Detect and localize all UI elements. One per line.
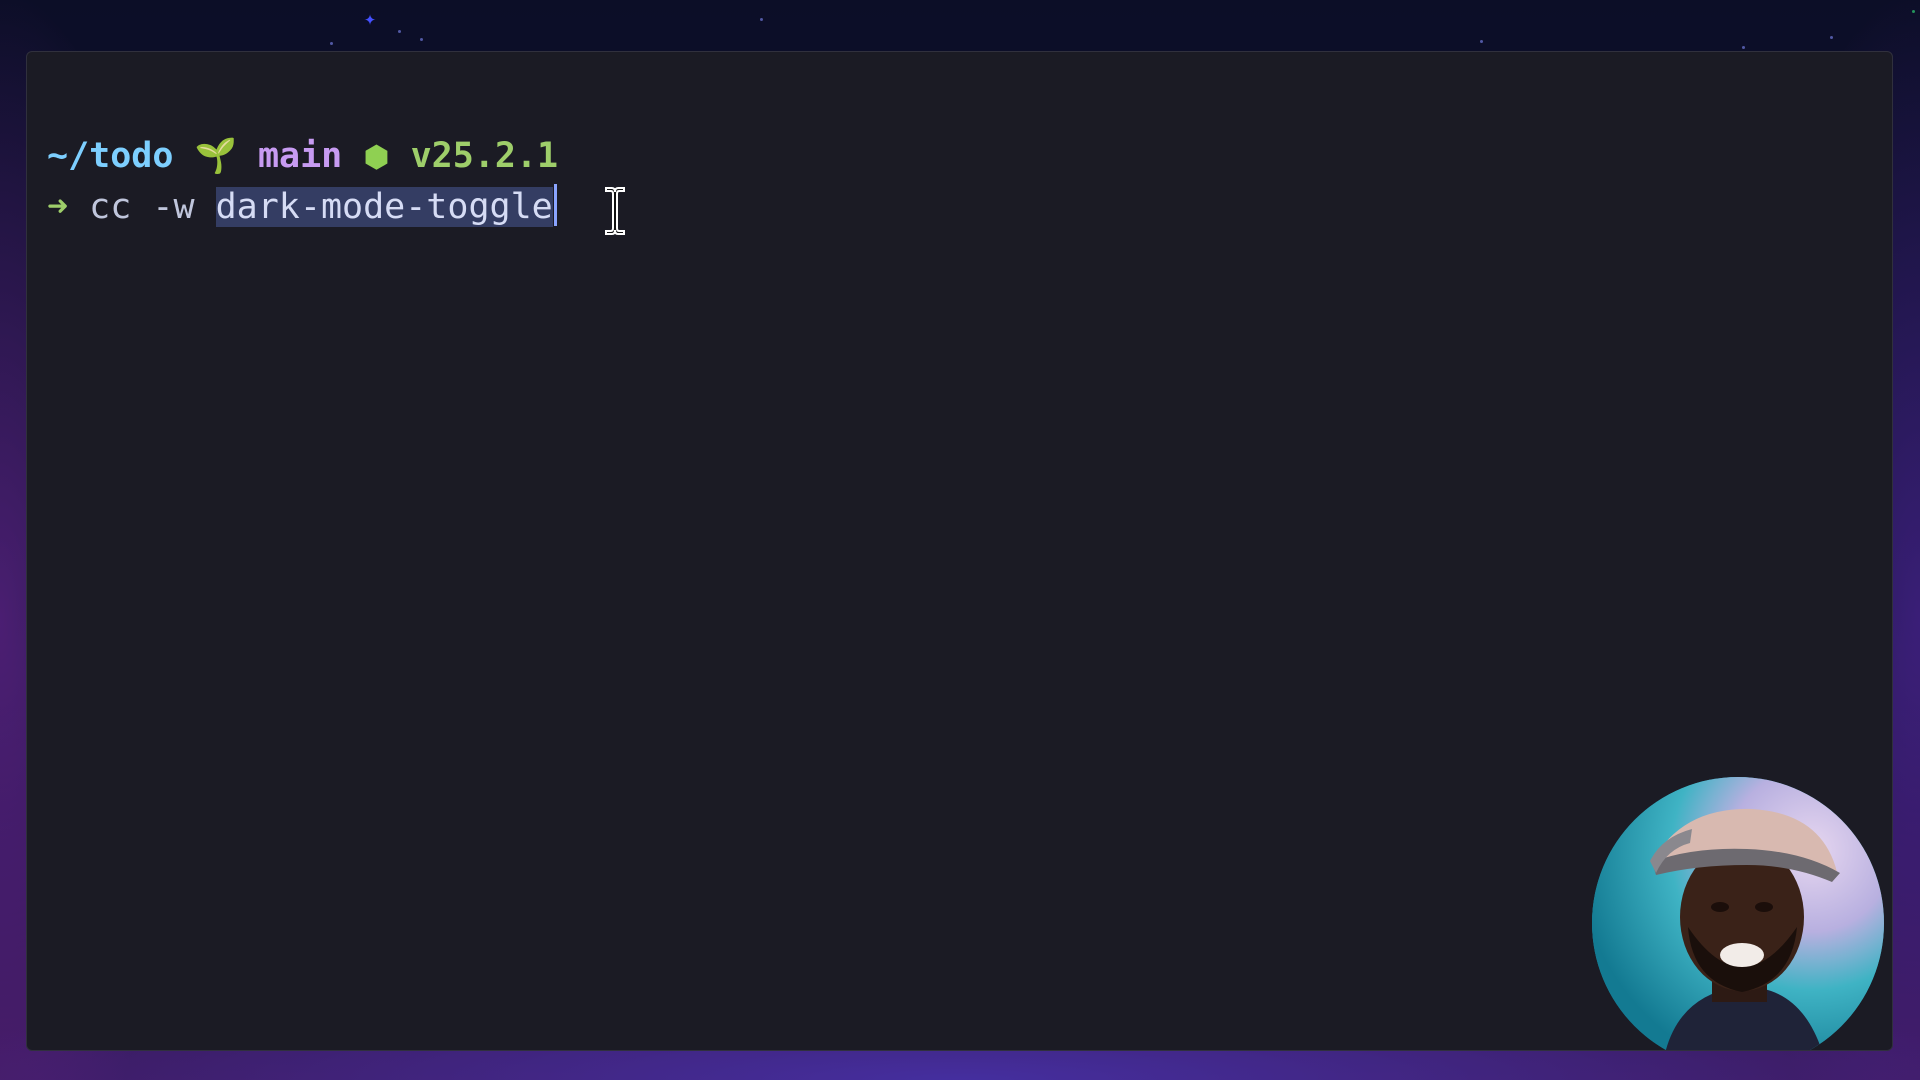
shell-prompt: ~/todo 🌱 main ⬢ v25.2.1 — [47, 132, 558, 180]
background-star — [420, 38, 423, 41]
background-star — [330, 42, 333, 45]
prompt-path: ~/todo — [47, 136, 174, 176]
background-star — [1480, 40, 1483, 43]
selected-text[interactable]: dark-mode-toggle — [215, 187, 553, 227]
git-branch: main — [257, 136, 343, 176]
terminal-window[interactable]: ~/todo 🌱 main ⬢ v25.2.1 ➜ cc -w dark-mod… — [26, 51, 1893, 1051]
command-input-line[interactable]: ➜ cc -w dark-mode-toggle — [47, 183, 557, 231]
node-version: v25.2.1 — [410, 136, 559, 176]
sparkle-icon: ✦ — [364, 6, 377, 30]
presenter-webcam — [1592, 777, 1884, 1050]
background-star — [1830, 36, 1833, 39]
prompt-arrow-icon: ➜ — [47, 187, 69, 227]
presenter-avatar — [1592, 777, 1884, 1050]
sprout-icon: 🌱 — [194, 136, 237, 176]
ibeam-cursor-icon — [605, 187, 625, 235]
nodejs-hexagon-icon: ⬢ — [363, 140, 390, 175]
background-star — [1912, 10, 1915, 13]
background-star — [1742, 46, 1745, 49]
command-text[interactable]: cc -w — [89, 187, 215, 227]
background-star — [398, 30, 401, 33]
text-caret — [553, 184, 557, 226]
background-star — [760, 18, 763, 21]
